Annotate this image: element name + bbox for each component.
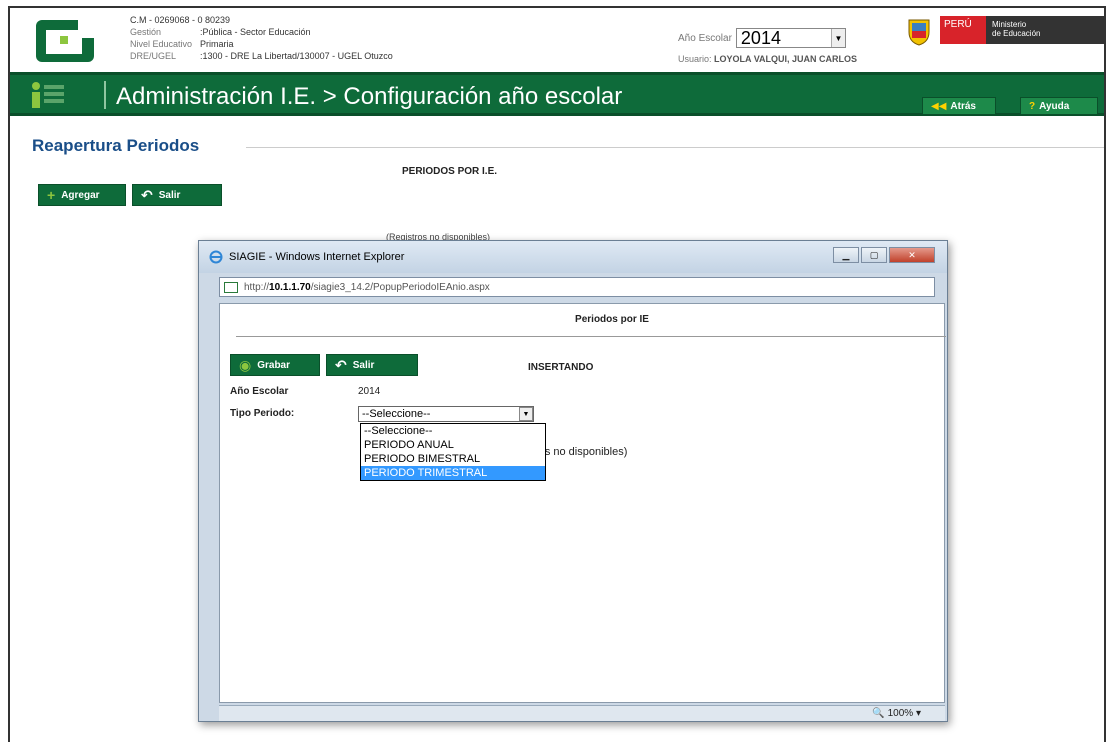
popup-divider bbox=[236, 336, 946, 337]
close-button[interactable]: ✕ bbox=[889, 247, 935, 263]
back-arrow-icon: ↶ bbox=[335, 356, 347, 373]
double-arrow-left-icon: ◀◀ bbox=[931, 100, 947, 112]
usuario-value: LOYOLA VALQUI, JUAN CARLOS bbox=[714, 54, 858, 64]
info-value: :1300 - DRE La Libertad/130007 - UGEL Ot… bbox=[200, 51, 393, 61]
atras-label: Atrás bbox=[950, 100, 976, 112]
tipo-periodo-value: --Seleccione-- bbox=[362, 408, 431, 420]
anio-escolar-field-label: Año Escolar bbox=[230, 386, 289, 397]
ayuda-label: Ayuda bbox=[1039, 100, 1070, 112]
page-title: Administración I.E. > Configuración año … bbox=[116, 83, 623, 110]
popup-window: SIAGIE - Windows Internet Explorer ▁ ▢ ✕… bbox=[198, 240, 948, 722]
salir-label: Salir bbox=[158, 189, 181, 201]
plus-icon: + bbox=[47, 187, 56, 203]
institution-info: C.M - 0269068 - 0 80239 Gestión :Pública… bbox=[130, 14, 393, 62]
info-row-dre: DRE/UGEL :1300 - DRE La Libertad/130007 … bbox=[130, 50, 393, 62]
page-frame: C.M - 0269068 - 0 80239 Gestión :Pública… bbox=[8, 6, 1106, 742]
url-prefix: http:// bbox=[244, 281, 270, 293]
dropdown-option[interactable]: PERIODO ANUAL bbox=[361, 438, 545, 452]
anio-escolar-field-value: 2014 bbox=[358, 386, 381, 397]
tipo-periodo-dropdown: --Seleccione-- PERIODO ANUAL PERIODO BIM… bbox=[360, 423, 546, 481]
info-label: Gestión bbox=[130, 27, 162, 37]
dropdown-option[interactable]: --Seleccione-- bbox=[361, 424, 545, 438]
info-value: Primaria bbox=[200, 39, 234, 49]
minimize-icon: ▁ bbox=[842, 249, 850, 260]
info-label: DRE/UGEL bbox=[130, 51, 177, 61]
anio-escolar: Año Escolar 2014 ▼ bbox=[678, 28, 846, 48]
dropdown-option[interactable]: PERIODO BIMESTRAL bbox=[361, 452, 545, 466]
zoom-icon: 🔍 bbox=[872, 708, 885, 719]
popup-content-title: Periodos por IE bbox=[575, 314, 649, 325]
anio-escolar-label: Año Escolar bbox=[678, 32, 732, 44]
tipo-periodo-label: Tipo Periodo: bbox=[230, 408, 295, 419]
nav-bar: Administración I.E. > Configuración año … bbox=[10, 72, 1104, 116]
section-title: Reapertura Periodos bbox=[32, 136, 200, 155]
maximize-button[interactable]: ▢ bbox=[861, 247, 887, 263]
save-icon: ◉ bbox=[239, 356, 252, 373]
agregar-label: Agregar bbox=[61, 189, 100, 201]
zoom-value: 100% bbox=[887, 708, 914, 719]
back-arrow-icon: ↶ bbox=[141, 186, 153, 203]
usuario: Usuario: LOYOLA VALQUI, JUAN CARLOS bbox=[678, 54, 857, 64]
popup-salir-button[interactable]: ↶ Salir bbox=[326, 354, 418, 376]
peru-brand: PERÚ bbox=[940, 16, 986, 44]
cm-code: C.M - 0269068 - 0 80239 bbox=[130, 15, 231, 25]
help-icon: ? bbox=[1029, 100, 1036, 112]
popup-statusbar: 🔍 100% ▾ bbox=[219, 705, 945, 721]
grabar-label: Grabar bbox=[257, 359, 291, 371]
module-icon bbox=[32, 82, 64, 108]
nav-separator bbox=[104, 81, 106, 109]
tipo-periodo-select[interactable]: --Seleccione-- ▼ bbox=[358, 406, 534, 422]
anio-escolar-value: 2014 bbox=[740, 27, 781, 48]
chevron-down-icon[interactable]: ▼ bbox=[519, 407, 533, 421]
usuario-label: Usuario: bbox=[678, 54, 712, 64]
popup-window-title: SIAGIE - Windows Internet Explorer bbox=[229, 251, 405, 263]
info-value: :Pública - Sector Educación bbox=[200, 27, 311, 37]
popup-registros-text: tros no disponibles) bbox=[532, 446, 628, 458]
maximize-icon: ▢ bbox=[869, 249, 879, 260]
grabar-button[interactable]: ◉ Grabar bbox=[230, 354, 320, 376]
header: C.M - 0269068 - 0 80239 Gestión :Pública… bbox=[10, 8, 1104, 72]
popup-titlebar: SIAGIE - Windows Internet Explorer ▁ ▢ ✕ bbox=[199, 241, 947, 273]
info-label: Nivel Educativo bbox=[130, 39, 193, 49]
salir-button[interactable]: ↶ Salir bbox=[132, 184, 222, 206]
zoom-control[interactable]: 🔍 100% ▾ bbox=[872, 708, 921, 719]
peru-shield-icon bbox=[908, 19, 930, 46]
anio-escolar-select[interactable]: 2014 ▼ bbox=[735, 27, 846, 48]
siagie-logo-icon bbox=[36, 20, 94, 62]
info-row-nivel: Nivel Educativo Primaria bbox=[130, 38, 393, 50]
ministerio-line2: de Educación bbox=[992, 29, 1041, 38]
ayuda-button[interactable]: ? Ayuda bbox=[1020, 97, 1098, 115]
address-bar[interactable]: http://10.1.1.70/siagie3_14.2/PopupPerio… bbox=[219, 277, 935, 297]
chevron-down-icon: ▾ bbox=[915, 708, 921, 719]
mode-status: INSERTANDO bbox=[528, 362, 594, 373]
popup-content: Periodos por IE ◉ Grabar ↶ Salir INSERTA… bbox=[219, 303, 946, 703]
chevron-down-icon[interactable]: ▼ bbox=[830, 29, 845, 47]
atras-button[interactable]: ◀◀ Atrás bbox=[922, 97, 996, 115]
periodos-header: PERIODOS POR I.E. bbox=[402, 166, 498, 177]
info-row-gestion: Gestión :Pública - Sector Educación bbox=[130, 26, 393, 38]
page-icon bbox=[224, 281, 238, 293]
agregar-button[interactable]: + Agregar bbox=[38, 184, 126, 206]
minimize-button[interactable]: ▁ bbox=[833, 247, 859, 263]
dropdown-option-highlighted[interactable]: PERIODO TRIMESTRAL bbox=[361, 466, 545, 480]
popup-salir-label: Salir bbox=[352, 359, 375, 371]
internet-explorer-icon bbox=[209, 250, 223, 264]
ministerio-brand: Ministerio de Educación bbox=[986, 16, 1104, 44]
url-host: 10.1.1.70 bbox=[269, 281, 311, 293]
close-icon: ✕ bbox=[908, 249, 916, 260]
section-divider bbox=[246, 147, 1104, 148]
url-path: /siagie3_14.2/PopupPeriodoIEAnio.aspx bbox=[310, 281, 490, 293]
ministerio-line1: Ministerio bbox=[992, 20, 1027, 29]
